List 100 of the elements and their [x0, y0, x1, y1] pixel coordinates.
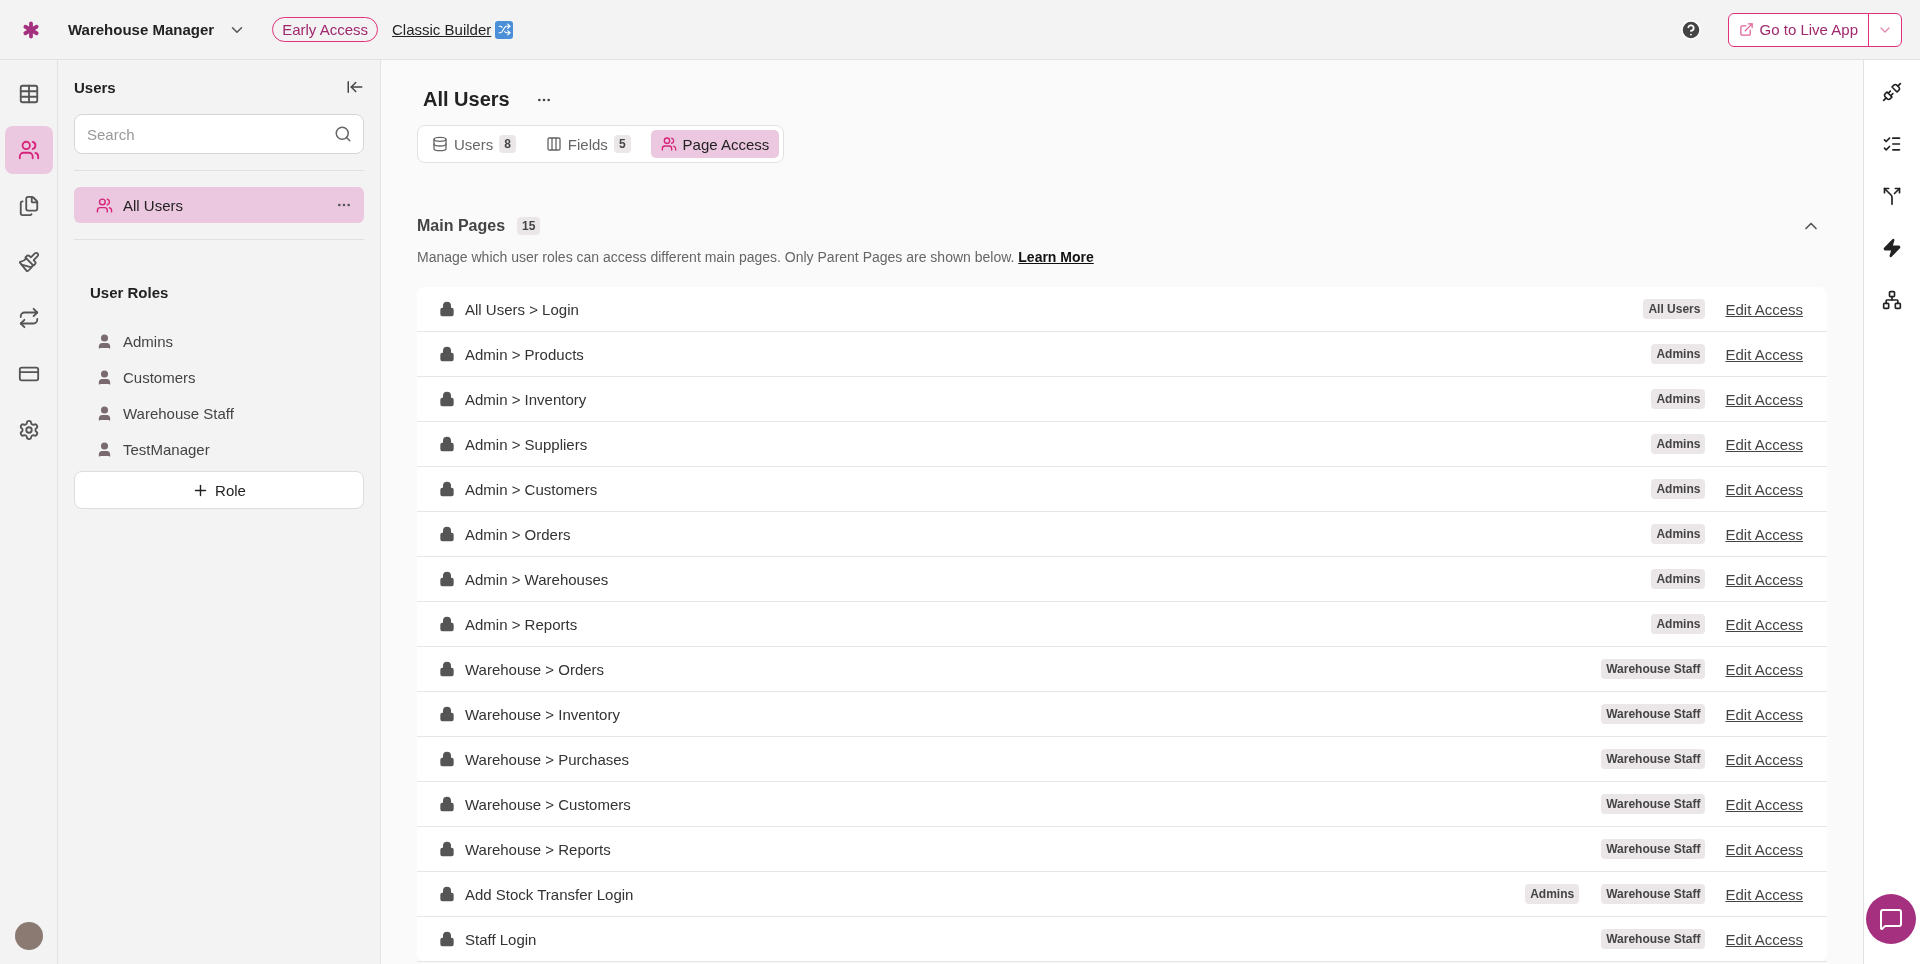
role-tag: Admins [1651, 344, 1706, 364]
columns-icon [545, 136, 562, 152]
classic-builder-link[interactable]: Classic Builder [392, 20, 514, 39]
role-label: TestManager [123, 440, 210, 458]
page-name: Warehouse > Orders [465, 660, 606, 678]
edit-access-link[interactable]: Edit Access [1725, 525, 1803, 543]
edit-access-link[interactable]: Edit Access [1725, 390, 1803, 408]
lock-icon [439, 931, 455, 947]
role-label: Warehouse Staff [123, 404, 234, 422]
lock-icon [439, 751, 455, 767]
tab-count: 5 [613, 135, 631, 153]
tab[interactable]: Fields 5 [535, 130, 641, 158]
role-tag: Warehouse Staff [1601, 884, 1706, 904]
lock-icon [439, 796, 455, 812]
sidebar-item-label: All Users [123, 196, 184, 214]
tab[interactable]: Page Access [650, 130, 780, 158]
app-name: Warehouse Manager [68, 21, 215, 38]
role-tag: Admins [1651, 524, 1706, 544]
page-name: Warehouse > Reports [465, 840, 612, 858]
lock-icon [439, 886, 455, 902]
lock-icon [439, 346, 455, 362]
page-name: Warehouse > Customers [465, 795, 632, 813]
section-count: 15 [517, 217, 541, 235]
tab-count: 8 [499, 135, 516, 153]
user-icon [96, 440, 113, 458]
database-icon [432, 136, 448, 152]
role-tag: Admins [1651, 614, 1706, 634]
lock-icon [439, 661, 455, 677]
lock-icon [439, 841, 455, 857]
section-description: Manage which user roles can access different main pages. Only Parent Pages are shown below. Learn More [417, 249, 1095, 265]
page-name: Admin > Warehouses [465, 570, 610, 588]
collapse-panel-icon[interactable] [346, 78, 364, 96]
edit-access-link[interactable]: Edit Access [1725, 930, 1803, 948]
lock-icon [439, 526, 455, 542]
sidebar-item[interactable]: All Users [74, 187, 364, 223]
edit-access-link[interactable]: Edit Access [1725, 885, 1803, 903]
page-name: Admin > Products [465, 345, 585, 363]
role-tag: Admins [1651, 434, 1706, 454]
role-item[interactable]: Warehouse Staff [74, 395, 364, 431]
role-tag: Admins [1651, 479, 1706, 499]
search-icon[interactable] [334, 125, 352, 143]
role-item[interactable]: TestManager [74, 431, 364, 467]
role-tag: Admins [1525, 884, 1580, 904]
role-item[interactable]: Admins [74, 323, 364, 359]
role-tag: All Users [1643, 299, 1706, 319]
chat-icon [1879, 907, 1903, 931]
lock-icon [439, 571, 455, 587]
lock-icon [439, 481, 455, 497]
user-icon [96, 404, 113, 422]
edit-access-link[interactable]: Edit Access [1725, 615, 1803, 633]
users-icon [660, 136, 677, 152]
role-tag: Warehouse Staff [1601, 794, 1706, 814]
edit-access-link[interactable]: Edit Access [1725, 435, 1803, 453]
role-tag: Warehouse Staff [1601, 929, 1706, 949]
edit-access-link[interactable]: Edit Access [1725, 840, 1803, 858]
sidebar-title: Users [74, 78, 116, 96]
role-tag: Warehouse Staff [1601, 749, 1706, 769]
lock-icon [439, 706, 455, 722]
edit-access-link[interactable]: Edit Access [1725, 705, 1803, 723]
page-name: Add Stock Transfer Login [465, 885, 635, 903]
lock-icon [439, 301, 455, 317]
users-icon [96, 196, 113, 214]
user-icon [96, 368, 113, 386]
role-tag: Warehouse Staff [1601, 704, 1706, 724]
section-title: Main Pages [417, 217, 506, 235]
page-name: Staff Login [465, 930, 538, 948]
tab[interactable]: Users 8 [422, 130, 526, 158]
external-link-icon [1738, 22, 1754, 37]
page-name: Admin > Suppliers [465, 435, 589, 453]
lock-icon [439, 616, 455, 632]
search-field[interactable]: Search [74, 114, 364, 154]
shuffle-icon [495, 20, 514, 39]
lock-icon [439, 436, 455, 452]
edit-access-link[interactable]: Edit Access [1725, 570, 1803, 588]
edit-access-link[interactable]: Edit Access [1725, 300, 1803, 318]
edit-access-link[interactable]: Edit Access [1725, 750, 1803, 768]
page-name: Warehouse > Purchases [465, 750, 631, 768]
add-role-button[interactable]: Role [74, 471, 364, 509]
edit-access-link[interactable]: Edit Access [1725, 345, 1803, 363]
page-name: Admin > Inventory [465, 390, 588, 408]
role-item[interactable]: Customers [74, 359, 364, 395]
role-label: Admins [123, 332, 174, 350]
chat-button[interactable] [1866, 894, 1916, 944]
section-title: User Roles [90, 284, 170, 301]
page-name: Warehouse > Inventory [465, 705, 621, 723]
user-icon [96, 332, 113, 350]
avatar[interactable] [14, 922, 43, 950]
page-name: Admin > Reports [465, 615, 579, 633]
users-icon[interactable] [4, 126, 53, 174]
page-name: All Users > Login [465, 300, 580, 318]
role-label: Customers [123, 368, 196, 386]
edit-access-link[interactable]: Edit Access [1725, 660, 1803, 678]
edit-access-link[interactable]: Edit Access [1725, 795, 1803, 813]
page-name: Admin > Customers [465, 480, 599, 498]
role-tag: Warehouse Staff [1601, 659, 1706, 679]
page-title: All Users [423, 88, 510, 111]
help-icon[interactable] [1679, 18, 1702, 41]
role-tag: Warehouse Staff [1601, 839, 1706, 859]
edit-access-link[interactable]: Edit Access [1725, 480, 1803, 498]
learn-more-link[interactable]: Learn More [1018, 249, 1094, 265]
